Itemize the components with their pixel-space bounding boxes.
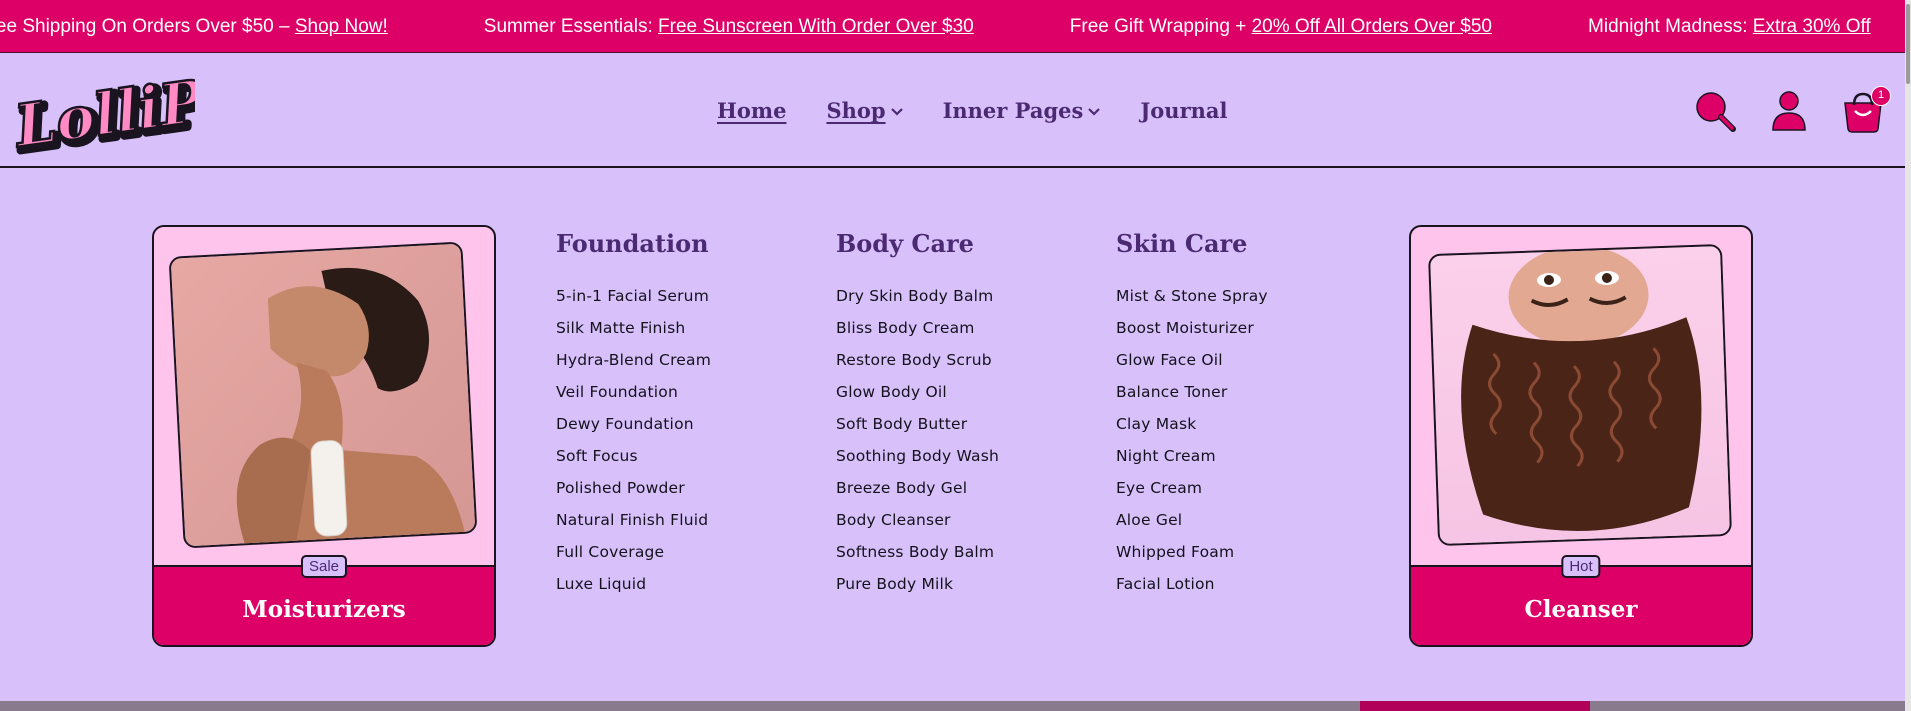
announcement-item: Summer Essentials: Free Sunscreen With O… — [483, 15, 974, 37]
site-header: LolliPop LolliPop Home Shop Inner Pages … — [0, 53, 1905, 168]
menu-column-skin-care: Skin Care Mist & Stone Spray Boost Moist… — [1116, 226, 1356, 600]
menu-link[interactable]: Bliss Body Cream — [836, 312, 1076, 344]
hero-image-edge — [0, 701, 1905, 711]
menu-column-foundation: Foundation 5-in-1 Facial Serum Silk Matt… — [556, 226, 796, 600]
announcement-link[interactable]: 20% Off All Orders Over $50 — [1252, 16, 1492, 37]
menu-link[interactable]: Balance Toner — [1116, 376, 1356, 408]
menu-link[interactable]: Facial Lotion — [1116, 568, 1356, 600]
cart-count-badge: 1 — [1871, 85, 1891, 106]
scrollbar-thumb[interactable] — [1906, 4, 1910, 84]
chevron-down-icon — [890, 108, 903, 116]
model-illustration — [170, 243, 478, 549]
promo-card-moisturizers[interactable]: Sale Moisturizers — [152, 225, 496, 647]
menu-link[interactable]: Boost Moisturizer — [1116, 312, 1356, 344]
logo[interactable]: LolliPop LolliPop — [10, 67, 195, 157]
menu-link[interactable]: Glow Face Oil — [1116, 344, 1356, 376]
scrollbar[interactable] — [1905, 0, 1911, 711]
nav-shop[interactable]: Shop — [826, 98, 903, 123]
menu-link[interactable]: Silk Matte Finish — [556, 312, 796, 344]
menu-link[interactable]: Veil Foundation — [556, 376, 796, 408]
model-photo — [168, 241, 478, 549]
main-nav: Home Shop Inner Pages Journal — [717, 53, 1268, 168]
menu-link[interactable]: Dewy Foundation — [556, 408, 796, 440]
announcement-track: Free Shipping On Orders Over $50 – Shop … — [0, 0, 1911, 52]
menu-link[interactable]: Polished Powder — [556, 472, 796, 504]
announcement-item: Free Gift Wrapping + 20% Off All Orders … — [1069, 15, 1493, 37]
nav-journal[interactable]: Journal — [1140, 98, 1227, 123]
nav-home[interactable]: Home — [717, 98, 786, 123]
announcement-link[interactable]: Free Sunscreen With Order Over $30 — [658, 16, 974, 37]
menu-link[interactable]: Aloe Gel — [1116, 504, 1356, 536]
menu-link[interactable]: Breeze Body Gel — [836, 472, 1076, 504]
menu-column-body-care: Body Care Dry Skin Body Balm Bliss Body … — [836, 226, 1076, 600]
sale-badge: Sale — [300, 555, 348, 578]
model-photo — [1427, 243, 1733, 547]
column-list: Dry Skin Body Balm Bliss Body Cream Rest… — [836, 280, 1076, 600]
hot-badge: Hot — [1561, 555, 1601, 578]
header-icons: 1 — [1693, 53, 1891, 168]
menu-link[interactable]: Soft Focus — [556, 440, 796, 472]
column-heading: Body Care — [836, 229, 974, 258]
announcement-link[interactable]: Extra 30% Off — [1753, 16, 1871, 37]
cart-button[interactable]: 1 — [1841, 85, 1891, 133]
menu-link[interactable]: Natural Finish Fluid — [556, 504, 796, 536]
column-list: Mist & Stone Spray Boost Moisturizer Glo… — [1116, 280, 1356, 600]
menu-link[interactable]: Eye Cream — [1116, 472, 1356, 504]
chevron-down-icon — [1088, 108, 1101, 116]
account-icon[interactable] — [1767, 89, 1811, 133]
menu-link[interactable]: Clay Mask — [1116, 408, 1356, 440]
card-title: Moisturizers — [242, 595, 406, 623]
menu-link[interactable]: Soft Body Butter — [836, 408, 1076, 440]
menu-link[interactable]: Glow Body Oil — [836, 376, 1076, 408]
announcement-link[interactable]: Shop Now! — [295, 16, 388, 37]
search-icon[interactable] — [1693, 89, 1737, 133]
menu-link[interactable]: Soothing Body Wash — [836, 440, 1076, 472]
announcement-item: Midnight Madness: Extra 30% Off — [1588, 15, 1871, 37]
menu-link[interactable]: 5-in-1 Facial Serum — [556, 280, 796, 312]
model-illustration — [1430, 245, 1733, 547]
menu-link[interactable]: Mist & Stone Spray — [1116, 280, 1356, 312]
nav-inner-pages[interactable]: Inner Pages — [943, 98, 1101, 123]
column-heading: Skin Care — [1116, 229, 1248, 258]
announcement-bar: Free Shipping On Orders Over $50 – Shop … — [0, 0, 1911, 53]
column-heading: Foundation — [556, 229, 709, 258]
menu-link[interactable]: Night Cream — [1116, 440, 1356, 472]
hero-accent — [1360, 701, 1590, 711]
menu-link[interactable]: Full Coverage — [556, 536, 796, 568]
promo-card-cleanser[interactable]: Hot Cleanser — [1409, 225, 1753, 647]
mega-menu: Sale Moisturizers Foundation 5-in-1 Faci… — [0, 168, 1905, 701]
menu-link[interactable]: Dry Skin Body Balm — [836, 280, 1076, 312]
menu-link[interactable]: Restore Body Scrub — [836, 344, 1076, 376]
column-list: 5-in-1 Facial Serum Silk Matte Finish Hy… — [556, 280, 796, 600]
menu-link[interactable]: Pure Body Milk — [836, 568, 1076, 600]
card-title: Cleanser — [1524, 595, 1638, 623]
menu-link[interactable]: Softness Body Balm — [836, 536, 1076, 568]
menu-link[interactable]: Whipped Foam — [1116, 536, 1356, 568]
menu-link[interactable]: Luxe Liquid — [556, 568, 796, 600]
menu-link[interactable]: Body Cleanser — [836, 504, 1076, 536]
menu-link[interactable]: Hydra-Blend Cream — [556, 344, 796, 376]
announcement-item: Free Shipping On Orders Over $50 – Shop … — [0, 15, 388, 37]
